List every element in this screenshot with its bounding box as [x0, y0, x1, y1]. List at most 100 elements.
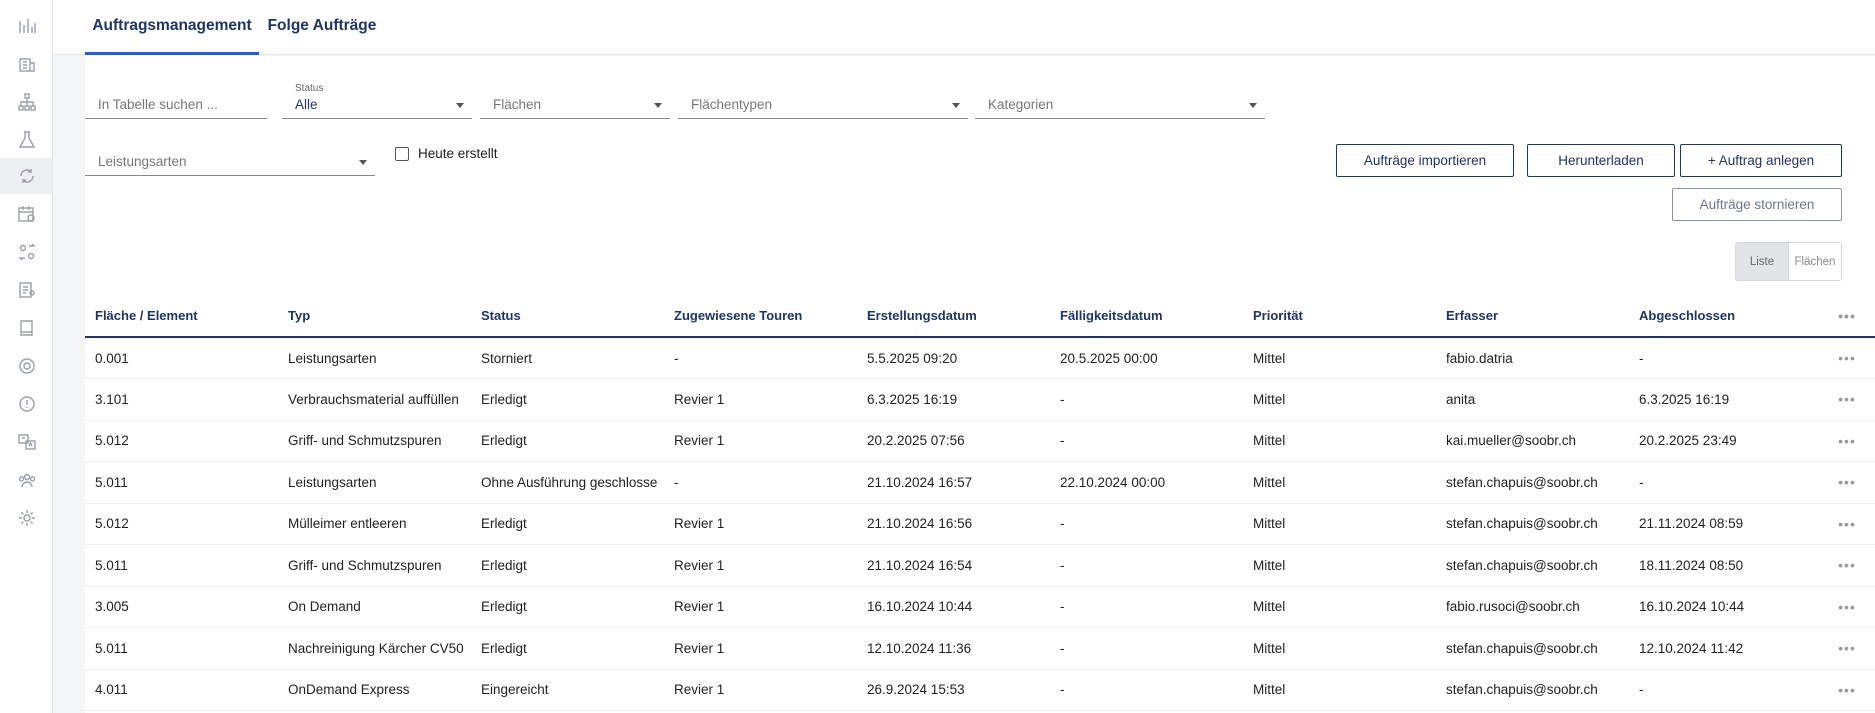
table-row[interactable]: 5.011 Leistungsarten Ohne Ausführung gesch… — [85, 461, 1875, 504]
row-actions-icon[interactable]: ••• — [1819, 586, 1875, 628]
column-header[interactable]: Status — [471, 295, 664, 338]
calendar-clock-icon[interactable] — [0, 196, 53, 232]
table-cell: 3.101 — [85, 378, 278, 421]
table-cell: 5.012 — [85, 420, 278, 462]
chevron-down-icon — [456, 103, 464, 108]
chevron-down-icon — [359, 160, 367, 165]
table-cell: Eingereicht — [471, 669, 664, 711]
row-actions-icon[interactable]: ••• — [1819, 337, 1875, 379]
building-chart-icon[interactable] — [0, 46, 53, 82]
refresh-cycle-icon[interactable] — [0, 158, 53, 194]
leistungsarten-select[interactable]: Leistungsarten — [85, 148, 375, 176]
column-header[interactable]: Erstellungsdatum — [857, 295, 1050, 338]
row-actions-icon[interactable]: ••• — [1819, 544, 1875, 587]
table-cell: 12.10.2024 11:36 — [857, 627, 1050, 670]
bar-chart-icon[interactable] — [0, 8, 53, 44]
row-actions-icon[interactable]: ••• — [1819, 669, 1875, 711]
table-cell: Mittel — [1243, 544, 1436, 587]
search-input[interactable]: In Tabelle suchen ... — [85, 91, 267, 119]
table-cell: kai.mueller@soobr.ch — [1436, 420, 1629, 462]
table-cell: Mittel — [1243, 337, 1436, 379]
table-row[interactable]: 5.012 Mülleimer entleeren Erledigt Revier 1… — [85, 503, 1875, 545]
table-cell: Revier 1 — [664, 503, 857, 545]
table-cell: - — [1050, 586, 1243, 628]
checkbox-box[interactable] — [395, 146, 409, 161]
download-button[interactable]: Herunterladen — [1527, 144, 1675, 177]
tab-bar: Auftragsmanagement Folge Aufträge — [53, 0, 1875, 55]
table-cell: - — [664, 337, 857, 379]
translate-icon[interactable] — [0, 424, 53, 460]
table-cell: - — [1629, 461, 1819, 504]
column-header[interactable]: Abgeschlossen — [1629, 295, 1819, 338]
kategorien-select[interactable]: Kategorien — [975, 91, 1265, 119]
table-cell: 21.10.2024 16:56 — [857, 503, 1050, 545]
table-cell: 21.10.2024 16:54 — [857, 544, 1050, 587]
create-order-button[interactable]: + Auftrag anlegen — [1680, 144, 1842, 177]
tab-auftragsmanagement[interactable]: Auftragsmanagement — [85, 0, 259, 55]
row-actions-icon[interactable]: ••• — [1819, 378, 1875, 421]
column-header[interactable]: Fläche / Element — [85, 295, 278, 338]
table-cell: Revier 1 — [664, 420, 857, 462]
table-cell: Mittel — [1243, 669, 1436, 711]
table-cell: Erledigt — [471, 586, 664, 628]
column-header[interactable]: Fälligkeitsdatum — [1050, 295, 1243, 338]
target-icon[interactable] — [0, 348, 53, 384]
table-cell: Leistungsarten — [278, 461, 471, 504]
column-header[interactable]: Typ — [278, 295, 471, 338]
table-cell: - — [664, 461, 857, 504]
hierarchy-icon[interactable] — [0, 84, 53, 120]
import-orders-button[interactable]: Aufträge importieren — [1336, 144, 1514, 177]
table-cell: 22.10.2024 00:00 — [1050, 461, 1243, 504]
table-row[interactable]: 0.001 Leistungsarten Storniert -5.5.2025 09… — [85, 337, 1875, 379]
table-row[interactable]: 3.101 Verbrauchsmaterial auffüllen Erledig… — [85, 378, 1875, 421]
table-cell: - — [1050, 503, 1243, 545]
table-cell: stefan.chapuis@soobr.ch — [1436, 627, 1629, 670]
table-cell: Revier 1 — [664, 544, 857, 587]
gear-icon[interactable] — [0, 500, 53, 536]
flask-icon[interactable] — [0, 122, 53, 158]
row-actions-icon[interactable]: ••• — [1819, 627, 1875, 670]
book-icon[interactable] — [0, 310, 53, 346]
table-cell: 12.10.2024 11:42 — [1629, 627, 1819, 670]
view-areas-button[interactable]: Flächen — [1789, 243, 1841, 280]
status-select[interactable]: Status Alle — [282, 83, 472, 119]
table-cell: anita — [1436, 378, 1629, 421]
table-cell: Revier 1 — [664, 627, 857, 670]
table-cell: 0.001 — [85, 337, 278, 379]
view-list-button[interactable]: Liste — [1736, 243, 1789, 280]
table-row[interactable]: 3.005 On Demand Erledigt Revier 1 16.10.2024… — [85, 586, 1875, 628]
report-user-icon[interactable] — [0, 272, 53, 308]
sidebar — [0, 0, 53, 713]
swap-users-icon[interactable] — [0, 234, 53, 270]
table-cell: - — [1050, 627, 1243, 670]
table-row[interactable]: 5.011 Nachreinigung Kärcher CV50 Erledigt R… — [85, 627, 1875, 670]
table-cell: Erledigt — [471, 503, 664, 545]
table-row[interactable]: 5.011 Griff- und Schmutzspuren Erledigt Rev… — [85, 544, 1875, 587]
column-header[interactable]: Erfasser — [1436, 295, 1629, 338]
table-row[interactable]: 5.012 Griff- und Schmutzspuren Erledigt Rev… — [85, 420, 1875, 462]
kategorien-placeholder: Kategorien — [988, 97, 1054, 112]
row-actions-icon[interactable]: ••• — [1819, 503, 1875, 545]
column-header[interactable]: Priorität — [1243, 295, 1436, 338]
table-cell: 20.2.2025 07:56 — [857, 420, 1050, 462]
row-actions-icon[interactable]: ••• — [1819, 420, 1875, 462]
row-actions-icon[interactable]: ••• — [1819, 461, 1875, 504]
tab-folge-auftraege[interactable]: Folge Aufträge — [267, 0, 377, 55]
table-cell: 6.3.2025 16:19 — [857, 378, 1050, 421]
table-cell: 6.3.2025 16:19 — [1629, 378, 1819, 421]
table-cell: Nachreinigung Kärcher CV50 — [278, 627, 471, 670]
status-label: Status — [295, 83, 324, 94]
column-options-icon[interactable]: ••• — [1819, 295, 1875, 338]
team-icon[interactable] — [0, 462, 53, 498]
table-cell: fabio.datria — [1436, 337, 1629, 379]
column-header[interactable]: Zugewiesene Touren — [664, 295, 857, 338]
alert-circle-icon[interactable] — [0, 386, 53, 422]
flaechentypen-select[interactable]: Flächentypen — [678, 91, 968, 119]
table-cell: Mittel — [1243, 420, 1436, 462]
heute-erstellt-checkbox[interactable]: Heute erstellt — [395, 146, 498, 161]
table-cell: fabio.rusoci@soobr.ch — [1436, 586, 1629, 628]
table-cell: 5.012 — [85, 503, 278, 545]
table-row[interactable]: 4.011 OnDemand Express Eingereicht Revier 1… — [85, 669, 1875, 711]
flaechen-select[interactable]: Flächen — [480, 91, 670, 119]
cancel-orders-button[interactable]: Aufträge stornieren — [1672, 188, 1842, 221]
